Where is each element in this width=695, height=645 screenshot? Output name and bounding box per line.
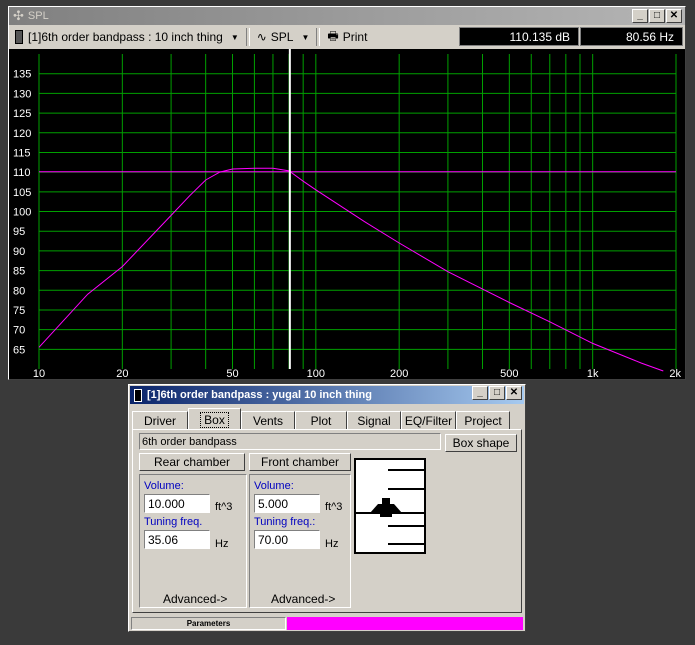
rear-tuning-input[interactable]: 35.06 [144,530,210,549]
front-volume-label: Volume: [254,480,294,492]
front-tuning-unit: Hz [325,538,339,550]
y-tick-label: 80 [13,285,25,297]
db-readout: 110.135 dB [459,27,579,46]
x-tick-label: 20 [116,368,128,379]
print-label: Print [342,30,368,44]
y-tick-label: 135 [13,69,31,81]
tab-signal-label: Signal [357,414,391,428]
rear-chamber-button[interactable]: Rear chamber [139,453,245,471]
y-tick-label: 125 [13,108,31,120]
y-tick-label: 75 [13,305,25,317]
tab-driver-label: Driver [144,414,176,428]
maximize-icon[interactable]: □ [489,386,505,400]
toolbar-separator [316,28,321,46]
front-tuning-input[interactable]: 70.00 [254,530,320,549]
dropdown-arrow-icon: ▼ [301,32,310,42]
box-type-field: 6th order bandpass [139,433,441,450]
printer-icon: 🖶 [327,28,339,43]
spl-chart[interactable]: 65 70 75 80 85 90 95 100 105 110 115 120 125 130 135 1… [9,49,685,379]
spl-titlebar[interactable]: ✣ SPL _ □ ✕ [9,7,685,25]
x-tick-label: 500 [500,368,518,379]
x-tick-label: 10 [33,368,45,379]
tab-driver[interactable]: Driver [132,411,188,430]
print-button[interactable]: 🖶 Print [323,27,371,47]
project-selector-label: [1]6th order bandpass : 10 inch thing [28,30,223,44]
spl-window-title: SPL [27,10,49,22]
plot-selector-label: SPL [270,30,294,44]
tab-project[interactable]: Project [456,411,510,430]
plot-selector[interactable]: ∿ SPL ▼ [253,27,314,47]
front-advanced-link[interactable]: Advanced-> [271,592,335,606]
front-tuning-label: Tuning freq.: [254,516,316,528]
rear-volume-unit: ft^3 [215,501,233,513]
tab-vents-label: Vents [252,414,284,428]
rear-volume-input[interactable]: 10.000 [144,494,210,513]
front-volume-input[interactable]: 5.000 [254,494,320,513]
x-tick-label: 2k [669,368,681,379]
x-tick-label: 100 [307,368,325,379]
spl-toolbar: [1]6th order bandpass : 10 inch thing ▼ … [9,25,685,49]
x-tick-label: 200 [390,368,408,379]
box-window-title: [1]6th order bandpass : yugal 10 inch th… [147,389,372,401]
y-tick-label: 110 [13,167,31,179]
status-progress-fill [287,617,523,630]
dropdown-arrow-icon: ▼ [230,32,239,42]
rear-tuning-unit: Hz [215,538,229,550]
y-tick-label: 105 [13,187,31,199]
tab-eq-filter-label: EQ/Filter [404,414,453,428]
spl-window-icon: ✣ [13,8,24,23]
box-window: [1]6th order bandpass : yugal 10 inch th… [128,384,526,632]
tab-plot-label: Plot [310,414,332,428]
tab-box-label: Box [200,411,229,428]
tab-vents[interactable]: Vents [241,411,295,430]
tab-eq-filter[interactable]: EQ/Filter [401,411,456,430]
box-titlebar[interactable]: [1]6th order bandpass : yugal 10 inch th… [130,386,524,404]
project-icon [15,30,23,44]
maximize-icon[interactable]: □ [649,9,665,23]
y-tick-label: 70 [13,325,25,337]
rear-advanced-link[interactable]: Advanced-> [163,592,227,606]
status-label: Parameters [186,619,231,628]
tab-box[interactable]: Box [188,408,241,430]
box-diagram[interactable] [354,458,426,554]
x-tick-label: 1k [587,368,599,379]
status-bar: Parameters [131,617,286,630]
close-icon[interactable]: ✕ [666,9,682,23]
y-tick-label: 90 [13,246,25,258]
close-icon[interactable]: ✕ [506,386,522,400]
y-tick-label: 85 [13,266,25,278]
y-tick-label: 95 [13,226,25,238]
hz-readout: 80.56 Hz [580,27,683,46]
minimize-icon[interactable]: _ [632,9,648,23]
y-tick-label: 65 [13,344,25,356]
project-selector[interactable]: [1]6th order bandpass : 10 inch thing ▼ [9,27,243,47]
front-volume-unit: ft^3 [325,501,343,513]
toolbar-separator [245,28,250,46]
rear-tuning-label: Tuning freq. [144,516,203,528]
spl-window: ✣ SPL _ □ ✕ [1]6th order bandpass : 10 i… [8,6,686,380]
y-tick-label: 120 [13,128,31,140]
rear-volume-label: Volume: [144,480,184,492]
front-chamber-button[interactable]: Front chamber [249,453,351,471]
y-tick-label: 100 [13,207,31,219]
box-type-value: 6th order bandpass [142,435,237,448]
tab-signal[interactable]: Signal [347,411,401,430]
box-window-icon [134,388,142,402]
wave-icon: ∿ [256,30,267,44]
x-tick-label: 50 [226,368,238,379]
box-shape-button[interactable]: Box shape [445,434,517,452]
tab-plot[interactable]: Plot [295,411,347,430]
y-tick-label: 115 [13,147,31,159]
minimize-icon[interactable]: _ [472,386,488,400]
y-tick-label: 130 [13,88,31,100]
tab-project-label: Project [464,414,502,428]
